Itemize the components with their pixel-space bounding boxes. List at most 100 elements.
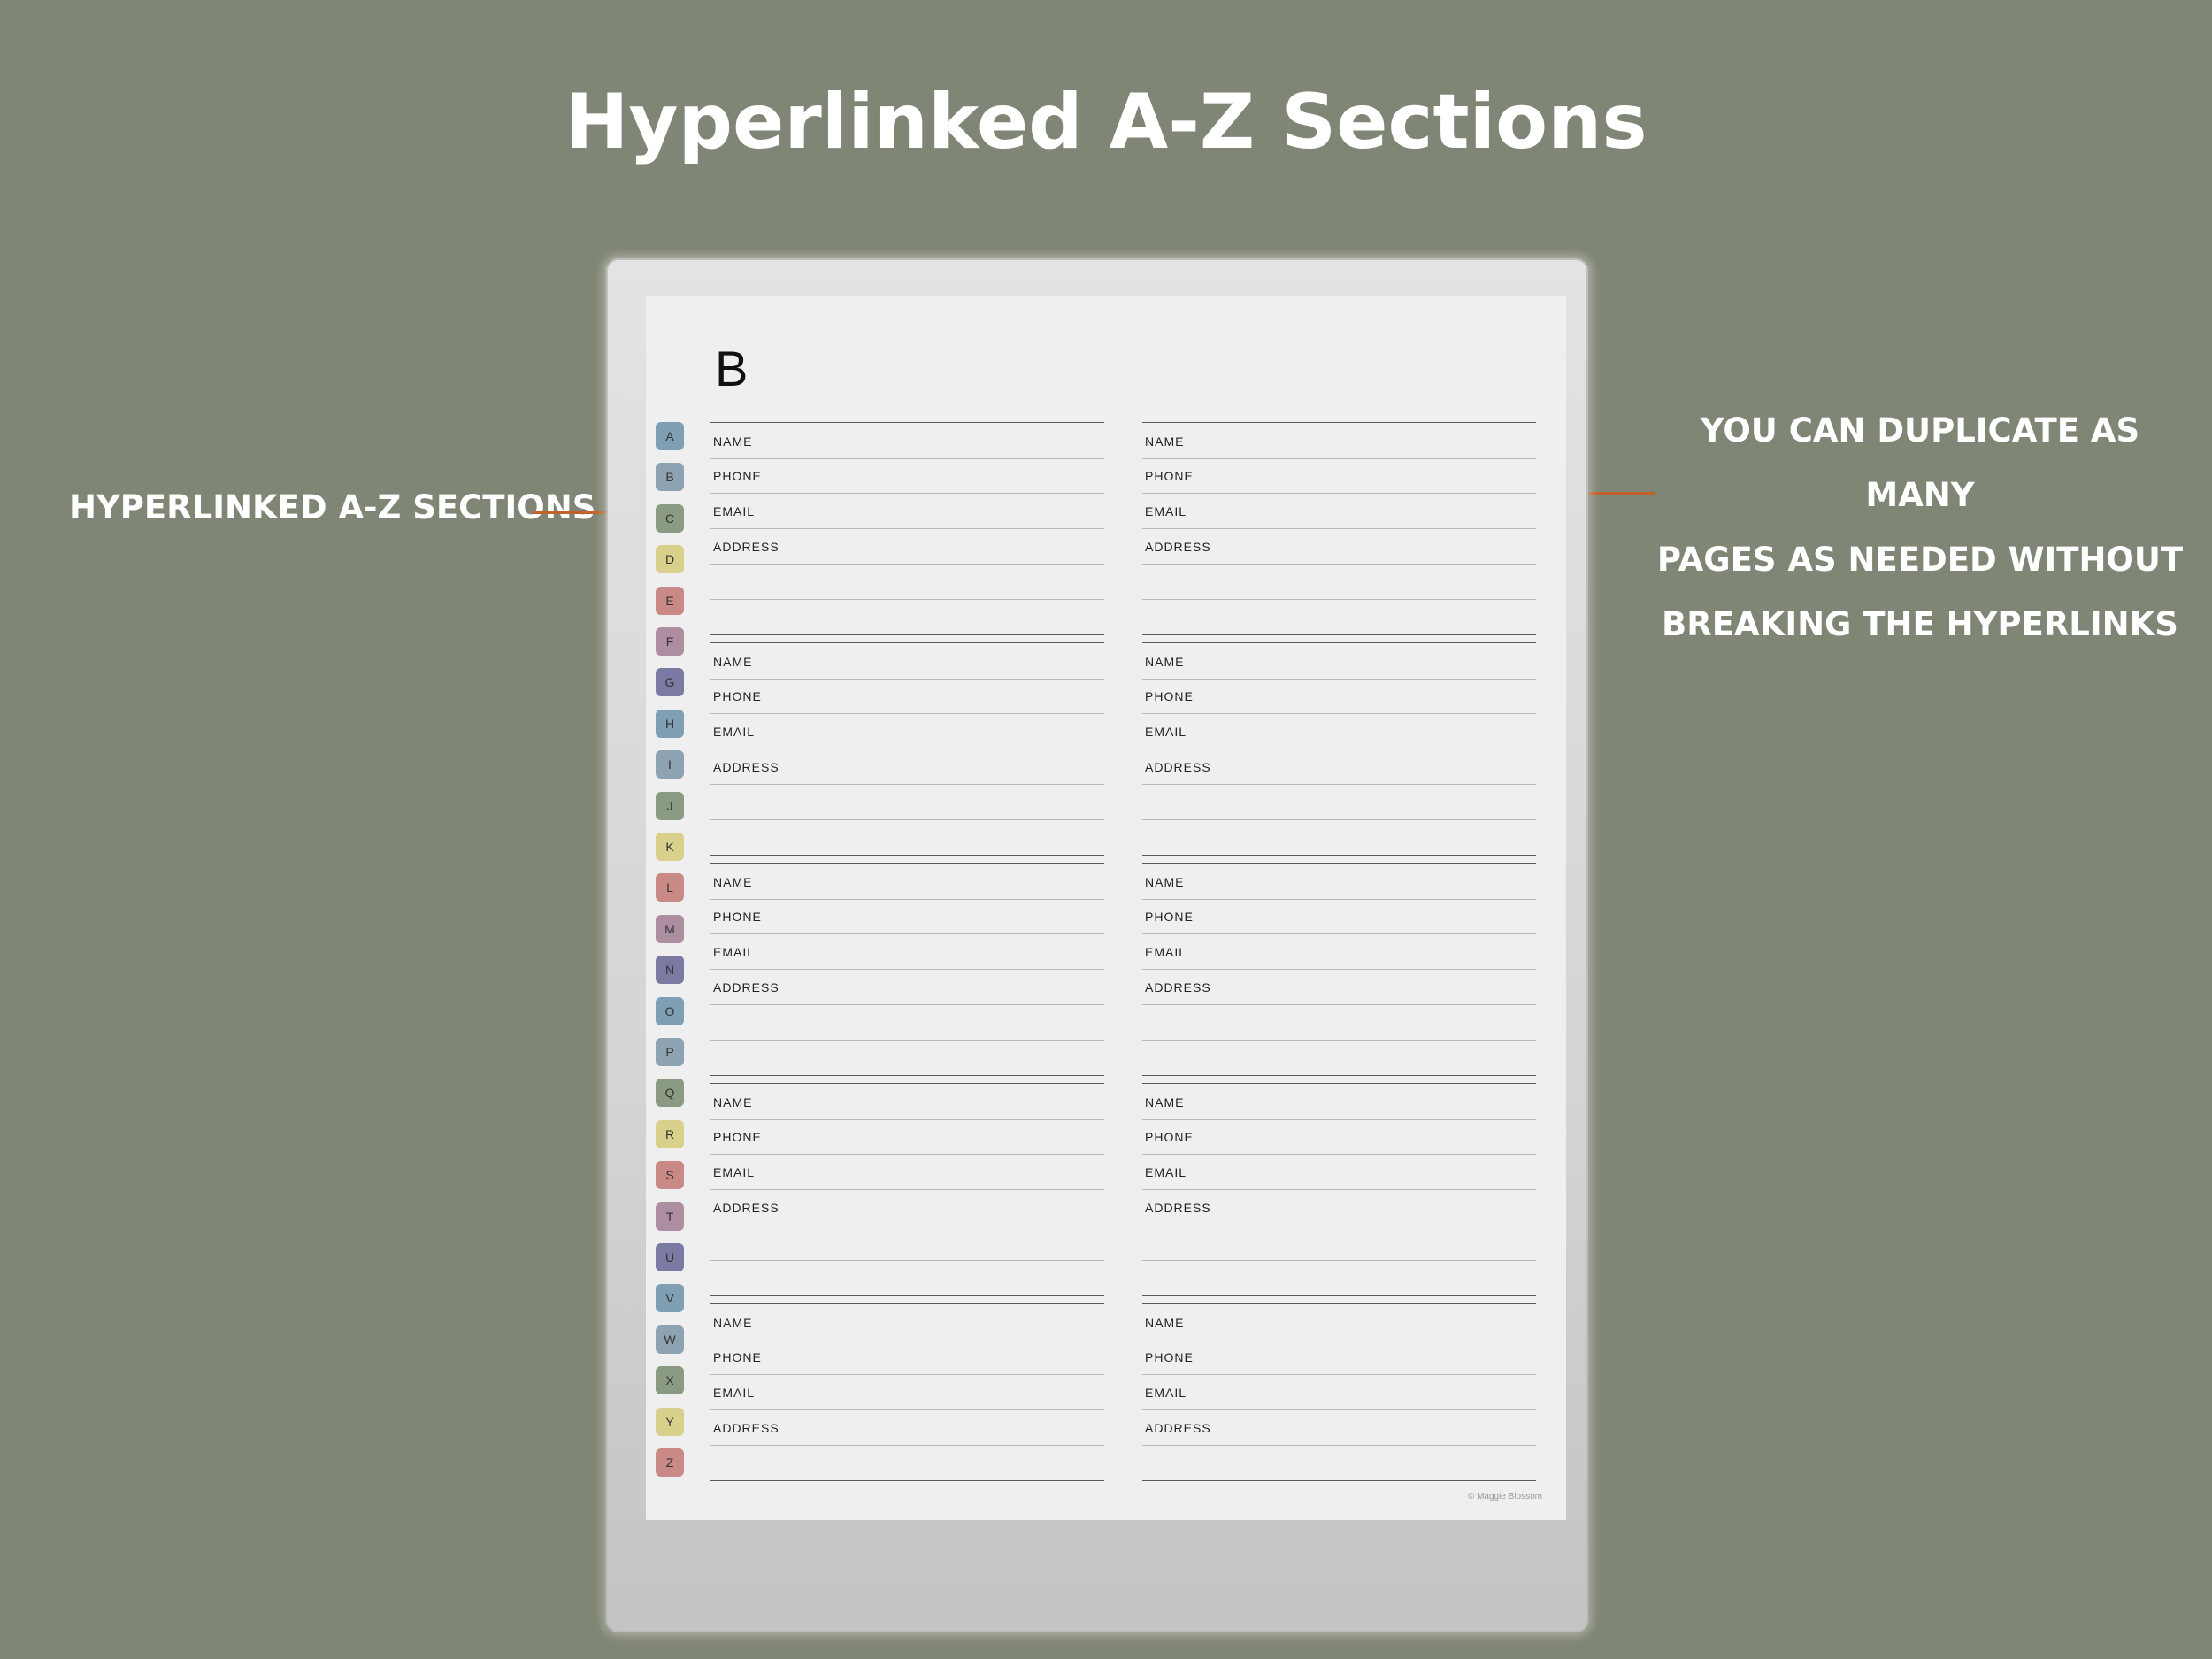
tab-p[interactable]: P bbox=[656, 1038, 684, 1066]
field-email-line[interactable]: EMAIL bbox=[1142, 1154, 1536, 1190]
tab-x[interactable]: X bbox=[656, 1366, 684, 1394]
tab-q[interactable]: Q bbox=[656, 1079, 684, 1107]
field-label: PHONE bbox=[713, 1350, 762, 1364]
field-email-line[interactable]: EMAIL bbox=[710, 493, 1104, 529]
field-name-line[interactable]: NAME bbox=[710, 1303, 1104, 1340]
blank-line[interactable] bbox=[1142, 784, 1536, 820]
field-label: ADDRESS bbox=[1145, 1421, 1211, 1435]
blank-line[interactable] bbox=[1142, 1040, 1536, 1076]
field-phone-line[interactable]: PHONE bbox=[1142, 457, 1536, 494]
field-name-line[interactable]: NAME bbox=[710, 1083, 1104, 1120]
tab-w[interactable]: W bbox=[656, 1325, 684, 1354]
field-label: PHONE bbox=[1145, 1350, 1194, 1364]
field-address-line[interactable]: ADDRESS bbox=[1142, 749, 1536, 785]
blank-line[interactable] bbox=[710, 1445, 1104, 1481]
tab-l[interactable]: L bbox=[656, 873, 684, 902]
blank-line[interactable] bbox=[710, 1004, 1104, 1041]
tab-u[interactable]: U bbox=[656, 1243, 684, 1271]
tab-g[interactable]: G bbox=[656, 668, 684, 696]
field-phone-line[interactable]: PHONE bbox=[1142, 898, 1536, 934]
field-name-line[interactable]: NAME bbox=[1142, 422, 1536, 459]
field-name-line[interactable]: NAME bbox=[1142, 642, 1536, 680]
field-email-line[interactable]: EMAIL bbox=[710, 1374, 1104, 1410]
field-label: NAME bbox=[713, 655, 753, 669]
field-label: PHONE bbox=[1145, 689, 1194, 703]
blank-line[interactable] bbox=[710, 784, 1104, 820]
blank-line[interactable] bbox=[710, 1260, 1104, 1296]
copyright-notice: © Maggie Blossom bbox=[1467, 1492, 1542, 1502]
blank-line[interactable] bbox=[1142, 819, 1536, 856]
field-address-line[interactable]: ADDRESS bbox=[1142, 1409, 1536, 1446]
blank-line[interactable] bbox=[710, 1040, 1104, 1076]
tab-b[interactable]: B bbox=[656, 463, 684, 491]
section-letter-heading: B bbox=[715, 341, 749, 396]
field-email-line[interactable]: EMAIL bbox=[710, 1154, 1104, 1190]
tab-r[interactable]: R bbox=[656, 1120, 684, 1148]
blank-line[interactable] bbox=[1142, 1445, 1536, 1481]
field-phone-line[interactable]: PHONE bbox=[710, 1339, 1104, 1375]
tab-d[interactable]: D bbox=[656, 545, 684, 573]
field-address-line[interactable]: ADDRESS bbox=[710, 528, 1104, 565]
blank-line[interactable] bbox=[1142, 1225, 1536, 1261]
field-name-line[interactable]: NAME bbox=[710, 642, 1104, 680]
field-email-line[interactable]: EMAIL bbox=[710, 933, 1104, 970]
field-phone-line[interactable]: PHONE bbox=[1142, 678, 1536, 714]
blank-line[interactable] bbox=[1142, 599, 1536, 635]
field-name-line[interactable]: NAME bbox=[710, 863, 1104, 900]
tab-y[interactable]: Y bbox=[656, 1408, 684, 1436]
tab-h[interactable]: H bbox=[656, 710, 684, 738]
field-address-line[interactable]: ADDRESS bbox=[710, 1189, 1104, 1225]
tab-v[interactable]: V bbox=[656, 1284, 684, 1312]
field-name-line[interactable]: NAME bbox=[1142, 1083, 1536, 1120]
field-email-line[interactable]: EMAIL bbox=[1142, 933, 1536, 970]
tab-k[interactable]: K bbox=[656, 833, 684, 861]
tab-o[interactable]: O bbox=[656, 997, 684, 1025]
field-name-line[interactable]: NAME bbox=[1142, 1303, 1536, 1340]
field-name-line[interactable]: NAME bbox=[710, 422, 1104, 459]
field-name-line[interactable]: NAME bbox=[1142, 863, 1536, 900]
tab-m[interactable]: M bbox=[656, 915, 684, 943]
field-address-line[interactable]: ADDRESS bbox=[1142, 969, 1536, 1005]
blank-line[interactable] bbox=[710, 599, 1104, 635]
field-label: ADDRESS bbox=[713, 1421, 780, 1435]
field-phone-line[interactable]: PHONE bbox=[1142, 1118, 1536, 1155]
blank-line[interactable] bbox=[1142, 564, 1536, 600]
blank-line[interactable] bbox=[710, 564, 1104, 600]
field-label: EMAIL bbox=[1145, 504, 1187, 518]
field-address-line[interactable]: ADDRESS bbox=[710, 969, 1104, 1005]
field-email-line[interactable]: EMAIL bbox=[1142, 493, 1536, 529]
callout-duplicate-pages: YOU CAN DUPLICATE AS MANY PAGES AS NEEDE… bbox=[1646, 398, 2194, 657]
tab-j[interactable]: J bbox=[656, 792, 684, 820]
tab-e[interactable]: E bbox=[656, 587, 684, 615]
field-address-line[interactable]: ADDRESS bbox=[1142, 1189, 1536, 1225]
tab-s[interactable]: S bbox=[656, 1161, 684, 1189]
field-label: ADDRESS bbox=[1145, 540, 1211, 554]
field-phone-line[interactable]: PHONE bbox=[1142, 1339, 1536, 1375]
tab-n[interactable]: N bbox=[656, 956, 684, 984]
field-email-line[interactable]: EMAIL bbox=[710, 713, 1104, 749]
callout-hyperlinked-sections: HYPERLINKED A-Z SECTIONS bbox=[69, 488, 596, 526]
tab-a[interactable]: A bbox=[656, 422, 684, 450]
blank-line[interactable] bbox=[1142, 1004, 1536, 1041]
field-address-line[interactable]: ADDRESS bbox=[710, 1409, 1104, 1446]
callout-line: BREAKING THE HYPERLINKS bbox=[1662, 605, 2178, 643]
field-label: PHONE bbox=[713, 1130, 762, 1144]
field-address-line[interactable]: ADDRESS bbox=[1142, 528, 1536, 565]
field-phone-line[interactable]: PHONE bbox=[710, 457, 1104, 494]
tab-t[interactable]: T bbox=[656, 1202, 684, 1231]
blank-line[interactable] bbox=[1142, 1260, 1536, 1296]
field-email-line[interactable]: EMAIL bbox=[1142, 713, 1536, 749]
blank-line[interactable] bbox=[710, 819, 1104, 856]
field-label: EMAIL bbox=[713, 945, 756, 959]
tab-i[interactable]: I bbox=[656, 750, 684, 779]
field-phone-line[interactable]: PHONE bbox=[710, 898, 1104, 934]
field-phone-line[interactable]: PHONE bbox=[710, 678, 1104, 714]
field-label: ADDRESS bbox=[713, 1201, 780, 1215]
field-address-line[interactable]: ADDRESS bbox=[710, 749, 1104, 785]
tab-z[interactable]: Z bbox=[656, 1448, 684, 1477]
tab-c[interactable]: C bbox=[656, 504, 684, 533]
tab-f[interactable]: F bbox=[656, 627, 684, 656]
blank-line[interactable] bbox=[710, 1225, 1104, 1261]
field-email-line[interactable]: EMAIL bbox=[1142, 1374, 1536, 1410]
field-phone-line[interactable]: PHONE bbox=[710, 1118, 1104, 1155]
